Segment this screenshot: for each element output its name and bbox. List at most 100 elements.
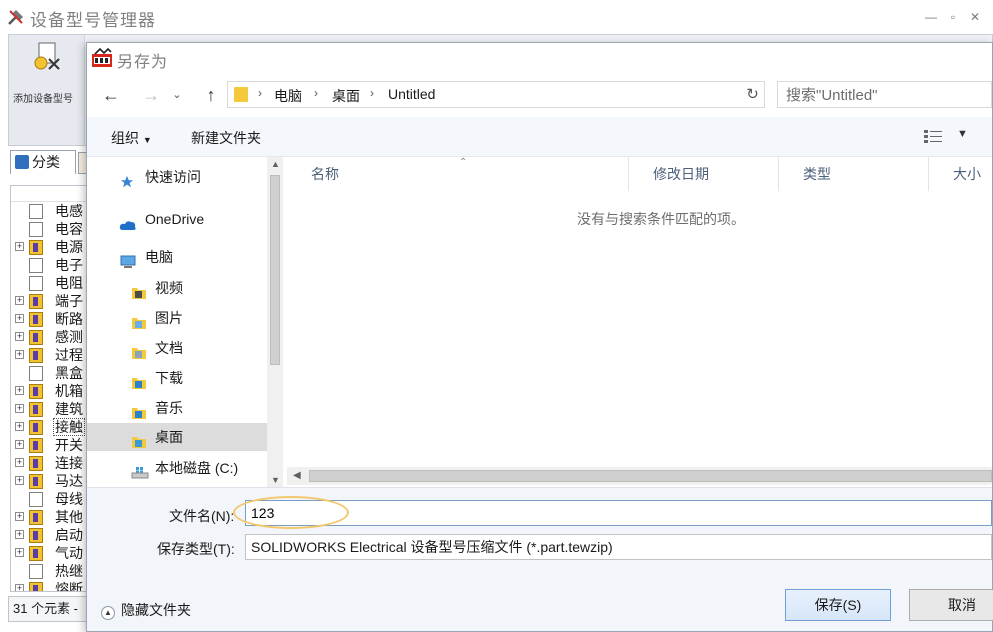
expand-plus-icon[interactable]: +	[15, 512, 24, 521]
tree-item[interactable]: + 电源	[11, 238, 89, 256]
library-icon	[29, 438, 43, 453]
breadcrumb-separator-icon[interactable]: ›	[258, 86, 262, 100]
nav-item[interactable]: 快速访问	[87, 163, 267, 191]
tree-item[interactable]: 电容	[11, 220, 89, 238]
expand-plus-icon[interactable]: +	[15, 440, 24, 449]
expand-plus-icon[interactable]: +	[15, 386, 24, 395]
scrollbar-thumb[interactable]	[270, 175, 280, 365]
nav-item[interactable]: 本地磁盘 (C:)	[87, 454, 267, 482]
horizontal-scrollbar-thumb[interactable]	[309, 470, 992, 482]
column-header-name[interactable]: 名称	[287, 157, 629, 191]
tree-item[interactable]: + 端子	[11, 292, 89, 310]
tree-item[interactable]: + 启动	[11, 526, 89, 544]
column-header-modified[interactable]: 修改日期	[629, 157, 779, 191]
tree-item-label: 断路	[55, 311, 83, 327]
recent-locations-chevron-icon[interactable]: ⌄	[169, 81, 185, 109]
forward-arrow-icon[interactable]: →	[137, 81, 165, 109]
save-button[interactable]: 保存(S)	[785, 589, 891, 621]
tree-item[interactable]: + 熔断	[11, 580, 89, 591]
search-input[interactable]	[786, 85, 986, 105]
filetype-label: 保存类型(T):	[157, 541, 235, 557]
tree-item[interactable]: + 感测	[11, 328, 89, 346]
horizontal-scrollbar[interactable]: ◀	[287, 467, 992, 485]
back-arrow-icon[interactable]: ←	[97, 81, 125, 109]
navigation-pane-scrollbar[interactable]: ▲ ▼	[267, 157, 283, 487]
close-icon[interactable]: ✕	[966, 8, 984, 26]
library-icon	[29, 384, 43, 399]
library-icon	[29, 402, 43, 417]
breadcrumb-untitled[interactable]: Untitled	[388, 86, 435, 102]
minimize-icon[interactable]: —	[922, 8, 940, 26]
tree-item[interactable]: + 开关	[11, 436, 89, 454]
tree-item[interactable]: 黑盒	[11, 364, 89, 382]
nav-item[interactable]: 桌面	[87, 423, 267, 451]
desktop-folder-icon	[131, 430, 147, 448]
expand-plus-icon[interactable]: +	[15, 242, 24, 251]
add-device-model-icon	[34, 42, 60, 70]
tree-item[interactable]: + 马达	[11, 472, 89, 490]
nav-item[interactable]: 音乐	[87, 394, 267, 422]
tree-item[interactable]: + 其他	[11, 508, 89, 526]
scroll-left-icon[interactable]: ◀	[293, 470, 301, 481]
document-icon	[29, 258, 43, 273]
tree-item[interactable]: + 机箱	[11, 382, 89, 400]
organize-button[interactable]: 组织 ▼	[111, 128, 152, 148]
view-options-icon[interactable]	[923, 129, 943, 145]
expand-plus-icon[interactable]: +	[15, 458, 24, 467]
tree-item[interactable]: + 接触	[11, 418, 89, 436]
expand-plus-icon[interactable]: +	[15, 476, 24, 485]
up-arrow-icon[interactable]: ↑	[197, 81, 225, 109]
column-header-type[interactable]: 类型	[779, 157, 929, 191]
expand-plus-icon[interactable]: +	[15, 584, 24, 591]
tree-item[interactable]: 母线	[11, 490, 89, 508]
document-icon	[29, 564, 43, 579]
tree-item[interactable]: + 建筑	[11, 400, 89, 418]
search-box[interactable]	[777, 81, 992, 108]
nav-item[interactable]: 视频	[87, 274, 267, 302]
expand-plus-icon[interactable]: +	[15, 422, 24, 431]
nav-item[interactable]: 下载	[87, 364, 267, 392]
expand-plus-icon[interactable]: +	[15, 332, 24, 341]
tab-category[interactable]: 分类	[10, 150, 76, 174]
refresh-icon[interactable]: ↻	[741, 81, 765, 108]
expand-plus-icon[interactable]: +	[15, 530, 24, 539]
document-icon	[29, 366, 43, 381]
expand-plus-icon[interactable]: +	[15, 296, 24, 305]
cancel-button[interactable]: 取消	[909, 589, 993, 621]
expand-plus-icon[interactable]: +	[15, 314, 24, 323]
breadcrumb-desktop[interactable]: 桌面	[332, 86, 360, 106]
tree-item[interactable]: 电感	[11, 202, 89, 220]
tree-item[interactable]: + 连接	[11, 454, 89, 472]
scroll-down-icon[interactable]: ▼	[271, 475, 280, 485]
filetype-select[interactable]: SOLIDWORKS Electrical 设备型号压缩文件 (*.part.t…	[245, 534, 992, 560]
nav-item[interactable]: 图片	[87, 304, 267, 332]
tree-item[interactable]: + 断路	[11, 310, 89, 328]
nav-item[interactable]: OneDrive	[87, 205, 267, 233]
expand-plus-icon[interactable]: +	[15, 548, 24, 557]
tree-item[interactable]: + 过程	[11, 346, 89, 364]
address-bar[interactable]: › 电脑 › 桌面 › Untitled ⌄	[227, 81, 765, 108]
column-header-size[interactable]: 大小	[929, 157, 992, 191]
drive-icon	[131, 461, 149, 479]
filename-input[interactable]	[245, 500, 992, 526]
expand-plus-icon[interactable]: +	[15, 350, 24, 359]
bg-tabs: 分类	[8, 150, 88, 176]
breadcrumb-separator-icon[interactable]: ›	[370, 86, 374, 100]
view-dropdown-chevron-icon[interactable]: ▼	[957, 128, 968, 140]
new-folder-button[interactable]: 新建文件夹	[191, 128, 261, 148]
hide-folders-toggle[interactable]: ▲ 隐藏文件夹	[101, 600, 191, 620]
breadcrumb-separator-icon[interactable]: ›	[314, 86, 318, 100]
tree-item-label: 气动	[55, 545, 83, 561]
maximize-icon[interactable]: ▫	[944, 8, 962, 26]
nav-item[interactable]: 文档	[87, 334, 267, 362]
tree-item[interactable]: 电子	[11, 256, 89, 274]
expand-plus-icon[interactable]: +	[15, 404, 24, 413]
breadcrumb-computer[interactable]: 电脑	[274, 86, 302, 106]
tree-item[interactable]: 电阻	[11, 274, 89, 292]
tree-item[interactable]: + 气动	[11, 544, 89, 562]
scroll-up-icon[interactable]: ▲	[271, 159, 280, 169]
tree-item[interactable]: 热继	[11, 562, 89, 580]
nav-item[interactable]: 电脑	[87, 243, 267, 271]
add-device-model-button[interactable]: 添加设备型号	[9, 35, 85, 145]
tree-item-label: 其他	[55, 509, 83, 525]
